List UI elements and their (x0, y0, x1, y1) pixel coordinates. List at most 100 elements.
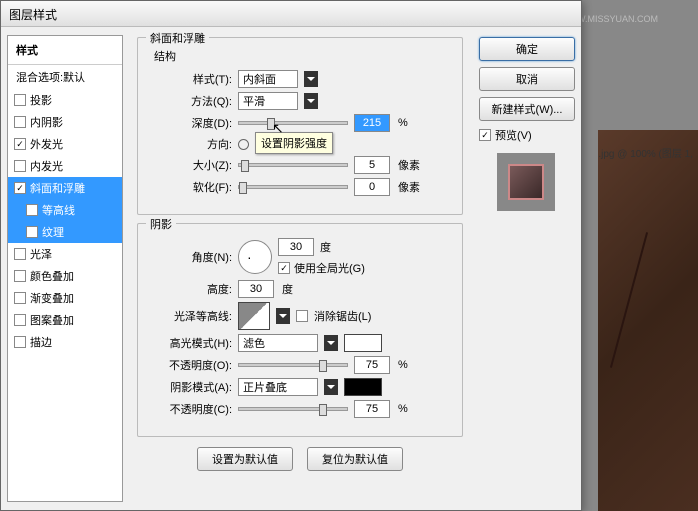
style-label: 样式(T): (150, 71, 232, 87)
style-item[interactable]: 图案叠加 (8, 309, 122, 331)
soften-unit: 像素 (398, 179, 420, 195)
style-item[interactable]: 内发光 (8, 155, 122, 177)
bevel-group: 斜面和浮雕 结构 样式(T): 内斜面 方法(Q): 平滑 深度(D): ↖ (137, 37, 463, 215)
style-item[interactable]: 斜面和浮雕 (8, 177, 122, 199)
style-checkbox[interactable] (14, 314, 26, 326)
style-item[interactable]: 光泽 (8, 243, 122, 265)
style-item-label: 纹理 (42, 224, 64, 240)
preview-swatch (497, 153, 555, 211)
action-panel: 确定 取消 新建样式(W)... 预览(V) (471, 27, 581, 510)
highlight-opacity-input[interactable] (354, 356, 390, 374)
antialias-checkbox[interactable] (296, 310, 308, 322)
shadow-opacity-slider[interactable] (238, 407, 348, 411)
style-item-label: 斜面和浮雕 (30, 180, 85, 196)
style-checkbox[interactable] (14, 248, 26, 260)
settings-panel: 斜面和浮雕 结构 样式(T): 内斜面 方法(Q): 平滑 深度(D): ↖ (129, 27, 471, 510)
soften-slider[interactable] (238, 185, 348, 189)
depth-unit: % (398, 117, 408, 129)
antialias-label: 消除锯齿(L) (314, 308, 371, 324)
size-input[interactable] (354, 156, 390, 174)
background-image (598, 130, 698, 511)
reset-default-button[interactable]: 复位为默认值 (307, 447, 403, 471)
shadow-mode-combo[interactable]: 正片叠底 (238, 378, 318, 396)
highlight-mode-label: 高光模式(H): (150, 335, 232, 351)
altitude-input[interactable] (238, 280, 274, 298)
style-item[interactable]: 外发光 (8, 133, 122, 155)
style-checkbox[interactable] (14, 292, 26, 304)
style-checkbox[interactable] (26, 226, 38, 238)
layer-style-dialog: 图层样式 样式 混合选项:默认 投影内阴影外发光内发光斜面和浮雕等高线纹理光泽颜… (0, 0, 582, 511)
style-item-label: 内阴影 (30, 114, 63, 130)
style-item[interactable]: 纹理 (8, 221, 122, 243)
style-item[interactable]: 颜色叠加 (8, 265, 122, 287)
shading-group: 阴影 角度(N): 度 使用全局光(G) (137, 223, 463, 437)
style-checkbox[interactable] (14, 182, 26, 194)
shadow-opacity-label: 不透明度(C): (150, 401, 232, 417)
style-checkbox[interactable] (26, 204, 38, 216)
style-item-label: 颜色叠加 (30, 268, 74, 284)
style-item-label: 内发光 (30, 158, 63, 174)
preview-label: 预览(V) (495, 127, 532, 143)
ok-button[interactable]: 确定 (479, 37, 575, 61)
style-item-label: 外发光 (30, 136, 63, 152)
soften-label: 软化(F): (150, 179, 232, 195)
technique-label: 方法(Q): (150, 93, 232, 109)
dropdown-icon[interactable] (324, 335, 338, 351)
gloss-contour-label: 光泽等高线: (150, 308, 232, 324)
angle-input[interactable] (278, 238, 314, 256)
dropdown-icon[interactable] (304, 71, 318, 87)
style-item-label: 投影 (30, 92, 52, 108)
global-light-checkbox[interactable] (278, 262, 290, 274)
style-item[interactable]: 投影 (8, 89, 122, 111)
style-combo[interactable]: 内斜面 (238, 70, 298, 88)
cancel-button[interactable]: 取消 (479, 67, 575, 91)
style-item-label: 光泽 (30, 246, 52, 262)
styles-list-panel: 样式 混合选项:默认 投影内阴影外发光内发光斜面和浮雕等高线纹理光泽颜色叠加渐变… (1, 27, 129, 510)
style-item[interactable]: 渐变叠加 (8, 287, 122, 309)
highlight-mode-combo[interactable]: 滤色 (238, 334, 318, 352)
shading-group-title: 阴影 (146, 216, 176, 232)
dialog-titlebar[interactable]: 图层样式 (1, 1, 581, 27)
direction-up-radio[interactable] (238, 139, 249, 150)
style-checkbox[interactable] (14, 94, 26, 106)
style-item[interactable]: 等高线 (8, 199, 122, 221)
size-label: 大小(Z): (150, 157, 232, 173)
style-item[interactable]: 内阴影 (8, 111, 122, 133)
style-checkbox[interactable] (14, 336, 26, 348)
shadow-opacity-input[interactable] (354, 400, 390, 418)
soften-input[interactable] (354, 178, 390, 196)
angle-dial[interactable] (238, 240, 272, 274)
make-default-button[interactable]: 设置为默认值 (197, 447, 293, 471)
style-item-label: 等高线 (42, 202, 75, 218)
shadow-mode-label: 阴影模式(A): (150, 379, 232, 395)
structure-subtitle: 结构 (154, 48, 450, 64)
style-checkbox[interactable] (14, 138, 26, 150)
preview-checkbox[interactable] (479, 129, 491, 141)
size-slider[interactable] (238, 163, 348, 167)
dropdown-icon[interactable] (304, 93, 318, 109)
technique-combo[interactable]: 平滑 (238, 92, 298, 110)
style-checkbox[interactable] (14, 270, 26, 282)
highlight-color-swatch[interactable] (344, 334, 382, 352)
shadow-color-swatch[interactable] (344, 378, 382, 396)
style-checkbox[interactable] (14, 160, 26, 172)
style-checkbox[interactable] (14, 116, 26, 128)
dropdown-icon[interactable] (276, 308, 290, 324)
style-item-label: 渐变叠加 (30, 290, 74, 306)
depth-label: 深度(D): (150, 115, 232, 131)
style-item[interactable]: 描边 (8, 331, 122, 353)
new-style-button[interactable]: 新建样式(W)... (479, 97, 575, 121)
size-unit: 像素 (398, 157, 420, 173)
blending-options[interactable]: 混合选项:默认 (8, 65, 122, 89)
bevel-group-title: 斜面和浮雕 (146, 30, 209, 46)
direction-label: 方向: (150, 136, 232, 152)
style-item-label: 图案叠加 (30, 312, 74, 328)
styles-header[interactable]: 样式 (8, 36, 122, 65)
dropdown-icon[interactable] (324, 379, 338, 395)
gloss-contour-picker[interactable] (238, 302, 270, 330)
depth-input[interactable] (354, 114, 390, 132)
angle-label: 角度(N): (150, 249, 232, 265)
depth-slider[interactable] (238, 121, 348, 125)
altitude-label: 高度: (150, 281, 232, 297)
highlight-opacity-slider[interactable] (238, 363, 348, 367)
